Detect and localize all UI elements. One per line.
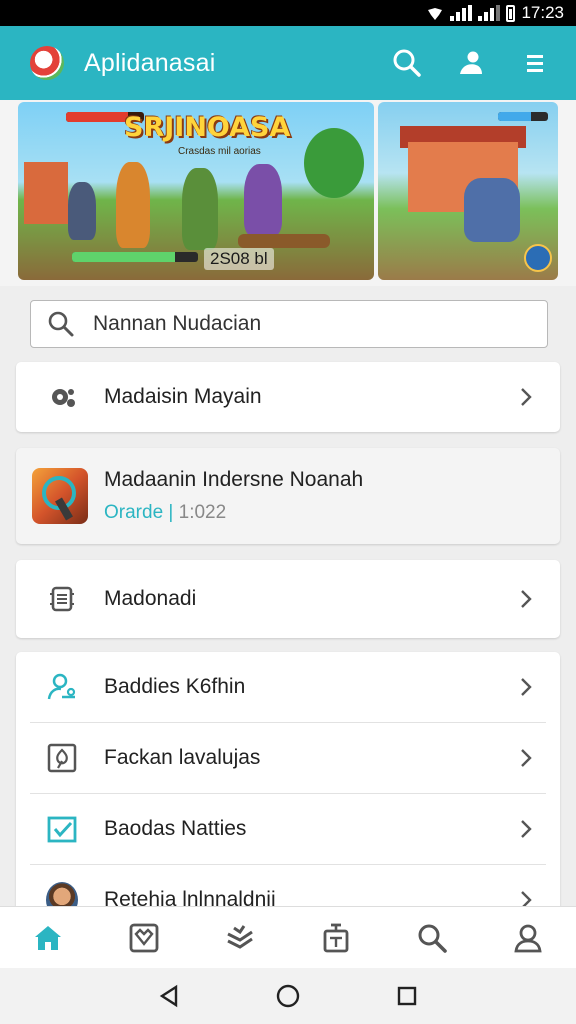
search-input[interactable]: Nannan Nudacian bbox=[30, 300, 548, 348]
user-add-icon bbox=[46, 671, 78, 703]
notification-icon bbox=[426, 4, 444, 22]
banner-tree bbox=[304, 128, 364, 198]
featured-app-meta: Orarde | 1:022 bbox=[104, 502, 363, 524]
chevron-right-icon bbox=[516, 589, 536, 609]
banner-character bbox=[244, 164, 282, 236]
banner-log bbox=[238, 234, 330, 248]
meta-separator: | bbox=[168, 502, 174, 523]
banner-character bbox=[116, 162, 150, 248]
profile-icon bbox=[514, 924, 542, 952]
checkbox-icon bbox=[46, 813, 78, 845]
nav-search[interactable] bbox=[404, 913, 460, 963]
featured-app-category: Orarde bbox=[104, 502, 164, 523]
app-logo bbox=[30, 46, 64, 80]
battery-icon bbox=[506, 4, 516, 22]
list-item-label: Baodas Natties bbox=[104, 817, 247, 840]
featured-banner: SRJINOASA Crasdas mil aorias 2S08 bl bbox=[0, 100, 576, 286]
account-button[interactable] bbox=[448, 40, 494, 86]
featured-app-name: Madaanin Indersne Noanah bbox=[104, 468, 364, 491]
recents-icon bbox=[397, 986, 416, 1006]
list-item[interactable]: Fackan lavalujas bbox=[16, 723, 560, 793]
status-bar: 17:23 bbox=[0, 0, 576, 26]
search-icon bbox=[418, 924, 447, 953]
home-circle-icon bbox=[276, 984, 300, 1008]
system-nav bbox=[0, 968, 576, 1024]
nav-home[interactable] bbox=[20, 913, 76, 963]
nav-layers[interactable] bbox=[212, 913, 268, 963]
banner-character bbox=[182, 168, 218, 250]
chevron-right-icon bbox=[516, 677, 536, 697]
app-title: Aplidanasai bbox=[84, 48, 216, 77]
banner-character bbox=[68, 182, 96, 240]
list-card: Baddies K6fhin Fackan lavalujas Baodas N… bbox=[16, 652, 560, 922]
app-bar: Aplidanasai bbox=[0, 26, 576, 100]
featured-app-card[interactable]: Madaanin Indersne Noanah Orarde | 1:022 bbox=[16, 448, 560, 544]
banner-robot bbox=[464, 178, 520, 242]
account-icon bbox=[460, 51, 482, 74]
chevron-right-icon bbox=[516, 819, 536, 839]
signal-icon bbox=[450, 5, 473, 21]
energy-bar bbox=[498, 112, 548, 121]
list-item[interactable]: Baodas Natties bbox=[16, 794, 560, 864]
banner-main-image[interactable]: SRJINOASA Crasdas mil aorias 2S08 bl bbox=[18, 102, 374, 280]
app-thumbnail bbox=[32, 468, 88, 524]
home-icon bbox=[35, 925, 61, 950]
nav-gifts[interactable] bbox=[116, 913, 172, 963]
list-item-label: Baddies K6fhin bbox=[104, 675, 246, 698]
search-icon bbox=[393, 49, 421, 77]
game-title: SRJINOASA bbox=[124, 112, 291, 143]
chevron-right-icon bbox=[516, 748, 536, 768]
single-item-label: Madonadi bbox=[104, 587, 197, 610]
menu-card[interactable]: Madaisin Mayain bbox=[16, 362, 560, 432]
gear-icon bbox=[46, 381, 78, 413]
device-icon bbox=[46, 583, 78, 615]
shield-icon bbox=[46, 742, 78, 774]
game-subtitle: Crasdas mil aorias bbox=[178, 146, 261, 157]
recents-button[interactable] bbox=[384, 973, 430, 1019]
search-icon bbox=[48, 311, 74, 337]
search-placeholder: Nannan Nudacian bbox=[93, 312, 262, 335]
back-button[interactable] bbox=[146, 973, 192, 1019]
signal-icon bbox=[478, 5, 501, 21]
menu-card-label: Madaisin Mayain bbox=[104, 385, 262, 408]
status-time: 17:23 bbox=[521, 3, 564, 22]
game-score: 2S08 bl bbox=[204, 248, 274, 270]
stamina-bar bbox=[72, 252, 198, 262]
chevron-right-icon bbox=[516, 387, 536, 407]
banner-badge-icon bbox=[524, 244, 552, 272]
list-item-label: Fackan lavalujas bbox=[104, 746, 261, 769]
featured-app-meta-value: 1:022 bbox=[178, 502, 227, 523]
menu-icon bbox=[527, 55, 543, 72]
home-system-button[interactable] bbox=[265, 973, 311, 1019]
list-item[interactable]: Baddies K6fhin bbox=[16, 652, 560, 722]
nav-profile[interactable] bbox=[500, 913, 556, 963]
store-icon bbox=[323, 923, 349, 952]
back-icon bbox=[160, 984, 178, 1008]
bottom-nav bbox=[0, 906, 576, 968]
nav-store[interactable] bbox=[308, 913, 364, 963]
layers-icon bbox=[227, 924, 253, 949]
gift-icon bbox=[129, 923, 159, 952]
single-item-card[interactable]: Madonadi bbox=[16, 560, 560, 638]
banner-side-image[interactable] bbox=[378, 102, 558, 280]
banner-house bbox=[24, 162, 68, 224]
menu-button[interactable] bbox=[512, 40, 558, 86]
search-button[interactable] bbox=[384, 40, 430, 86]
